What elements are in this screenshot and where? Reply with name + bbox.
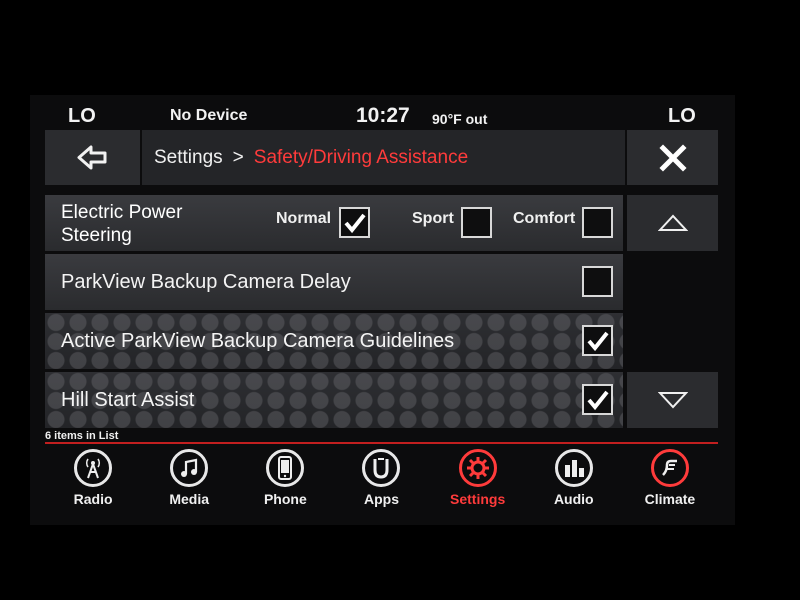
back-arrow-icon — [77, 145, 107, 170]
phone-icon — [266, 449, 305, 487]
infotainment-screen: LO No Device 10:27 90°F out LO Settings … — [30, 95, 735, 525]
nav-item-climate[interactable]: Climate — [622, 445, 718, 515]
clock: 10:27 — [356, 104, 410, 127]
nav-item-settings[interactable]: Settings — [430, 445, 526, 515]
breadcrumb-settings[interactable]: Settings — [154, 147, 223, 169]
nav-item-audio[interactable]: Audio — [526, 445, 622, 515]
option-normal-label: Normal — [276, 210, 332, 227]
list-item-label: Electric Power Steering — [61, 201, 182, 247]
nav-label: Phone — [263, 491, 307, 507]
apps-icon — [362, 449, 401, 487]
checkmark-icon — [343, 213, 366, 233]
scroll-up-button[interactable] — [627, 195, 718, 251]
gear-icon — [458, 449, 497, 487]
list-item-parkview-guidelines[interactable]: Active ParkView Backup Camera Guidelines — [45, 313, 623, 369]
bottom-nav: Radio Media Phone Apps Settings Audio Cl… — [45, 445, 718, 515]
scroll-track[interactable] — [627, 254, 718, 368]
music-note-icon — [170, 449, 209, 487]
divider-line — [45, 442, 718, 444]
parkview-delay-checkbox[interactable] — [582, 266, 613, 297]
close-icon — [658, 143, 687, 172]
items-count: 6 items in List — [45, 430, 119, 442]
nav-label: Media — [169, 491, 210, 507]
settings-list: Electric Power Steering Normal Sport Com… — [45, 195, 623, 430]
checkmark-icon — [586, 390, 609, 410]
status-bar: LO No Device 10:27 90°F out LO — [30, 95, 735, 130]
nav-label: Audio — [553, 491, 594, 507]
nav-label: Settings — [450, 491, 506, 507]
equalizer-icon — [554, 449, 593, 487]
option-comfort-label: Comfort — [513, 210, 576, 227]
header-bar: Settings > Safety/Driving Assistance — [45, 130, 718, 185]
parkview-guidelines-checkbox[interactable] — [582, 325, 613, 356]
nav-item-apps[interactable]: Apps — [333, 445, 429, 515]
nav-item-phone[interactable]: Phone — [237, 445, 333, 515]
breadcrumb-separator: > — [232, 146, 244, 168]
nav-label: Climate — [644, 491, 696, 507]
hill-start-checkbox[interactable] — [582, 384, 613, 415]
triangle-up-icon — [657, 214, 688, 231]
list-item-label: Hill Start Assist — [61, 388, 195, 411]
list-item-label: ParkView Backup Camera Delay — [61, 270, 351, 293]
scroll-down-button[interactable] — [627, 372, 718, 428]
breadcrumb: Settings > Safety/Driving Assistance — [142, 130, 625, 185]
option-sport-checkbox[interactable] — [461, 207, 492, 238]
nav-label: Radio — [73, 491, 113, 507]
outside-temperature: 90°F out — [432, 111, 488, 127]
option-normal-checkbox[interactable] — [339, 207, 370, 238]
checkmark-icon — [586, 331, 609, 351]
list-item-label: Active ParkView Backup Camera Guidelines — [61, 329, 455, 352]
close-button[interactable] — [627, 130, 718, 185]
climate-icon — [650, 449, 689, 487]
left-temperature[interactable]: LO — [68, 105, 96, 128]
option-sport-label: Sport — [412, 210, 454, 227]
nav-item-media[interactable]: Media — [141, 445, 237, 515]
list-item-parkview-delay[interactable]: ParkView Backup Camera Delay — [45, 254, 623, 310]
page-title: Safety/Driving Assistance — [253, 146, 469, 168]
nav-label: Apps — [363, 491, 399, 507]
radio-tower-icon — [74, 449, 113, 487]
option-comfort-checkbox[interactable] — [582, 207, 613, 238]
list-item-hill-start-assist[interactable]: Hill Start Assist — [45, 372, 623, 428]
nav-item-radio[interactable]: Radio — [45, 445, 141, 515]
device-status: No Device — [170, 107, 248, 124]
triangle-down-icon — [657, 392, 688, 409]
label-line-1: Electric Power — [61, 202, 183, 223]
back-button[interactable] — [45, 130, 140, 185]
right-temperature[interactable]: LO — [668, 105, 696, 128]
list-item-electric-power-steering: Electric Power Steering Normal Sport Com… — [45, 195, 623, 251]
label-line-2: Steering — [61, 225, 132, 246]
